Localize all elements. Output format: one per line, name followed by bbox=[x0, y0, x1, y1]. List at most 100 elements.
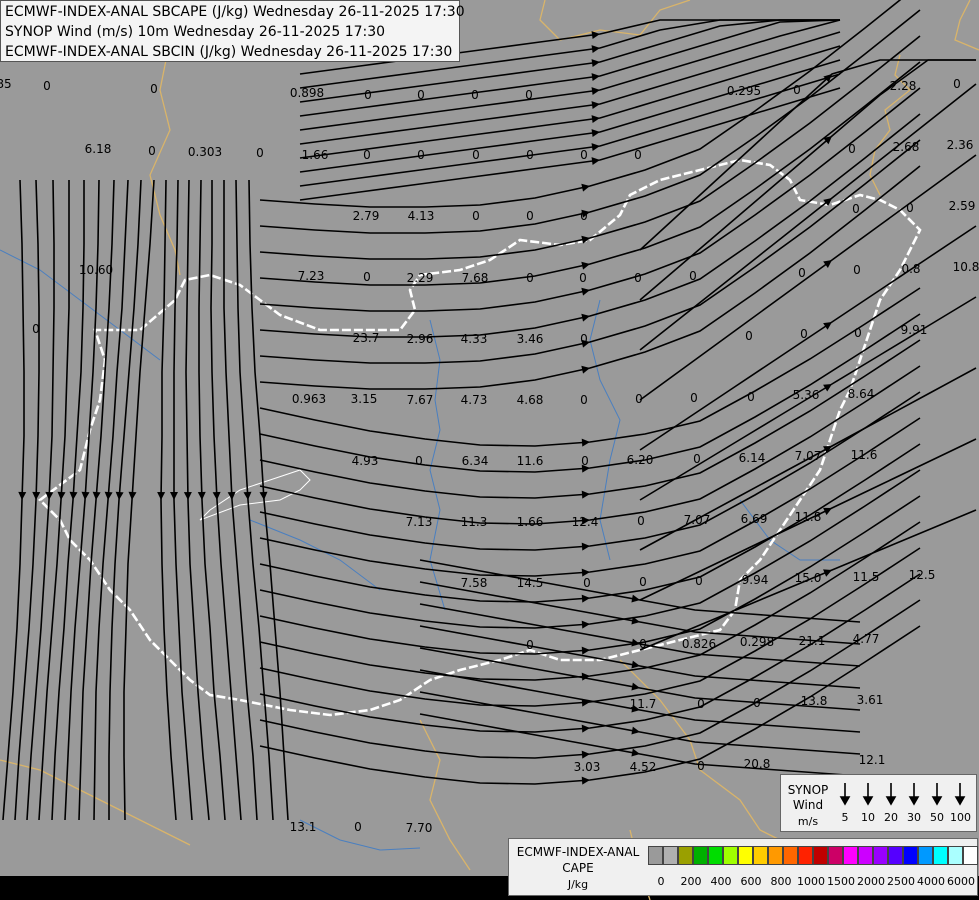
cape-value-label: 9.94 bbox=[742, 573, 769, 587]
cape-value-label: 2.96 bbox=[407, 332, 434, 346]
wind-arrowhead-icon bbox=[839, 796, 851, 806]
wind-legend-value: 100 bbox=[950, 811, 971, 824]
cape-color-swatch bbox=[903, 846, 918, 865]
cape-value-label: 3.03 bbox=[574, 760, 601, 774]
cape-scale-tick: 400 bbox=[710, 875, 732, 888]
cape-value-label: 0 bbox=[854, 326, 862, 340]
cape-legend-subtitle: CAPE bbox=[562, 861, 594, 875]
cape-value-label: 4.33 bbox=[461, 332, 488, 346]
cape-value-label: 0 bbox=[471, 88, 479, 102]
cape-value-label: 0 bbox=[148, 144, 156, 158]
cape-value-label: 0 bbox=[800, 327, 808, 341]
map-title-box: ECMWF-INDEX-ANAL SBCAPE (J/kg) Wednesday… bbox=[0, 0, 465, 62]
cape-value-label: 6.20 bbox=[627, 453, 654, 467]
cape-value-label: 10.60 bbox=[79, 263, 113, 277]
cape-value-label: 0 bbox=[580, 332, 588, 346]
wind-arrowhead-icon bbox=[931, 796, 943, 806]
wind-legend-title: SYNOP bbox=[787, 783, 829, 797]
cape-value-label: 2.79 bbox=[353, 209, 380, 223]
cape-value-label: 7.13 bbox=[406, 515, 433, 529]
cape-value-label: 4.93 bbox=[352, 454, 379, 468]
cape-legend-title: ECMWF-INDEX-ANAL bbox=[516, 845, 640, 859]
cape-value-label: 4.52 bbox=[630, 760, 657, 774]
cape-value-label: 11.8 bbox=[795, 510, 822, 524]
cape-value-label: 0 bbox=[848, 142, 856, 156]
cape-value-label: 13.1 bbox=[290, 820, 317, 834]
cape-value-label: 5.36 bbox=[793, 388, 820, 402]
cape-value-label: 0.303 bbox=[188, 145, 222, 159]
cape-value-label: 0 bbox=[697, 759, 705, 773]
cape-value-label: 6.34 bbox=[462, 454, 489, 468]
cape-value-label: 0 bbox=[693, 452, 701, 466]
cape-value-label: 0 bbox=[579, 271, 587, 285]
cape-color-swatch bbox=[738, 846, 753, 865]
cape-value-label: 0 bbox=[689, 269, 697, 283]
cape-color-swatch bbox=[948, 846, 963, 865]
cape-value-label: 11.6 bbox=[851, 448, 878, 462]
cape-value-label: 13.8 bbox=[801, 694, 828, 708]
map-viewer: 85 0 0 0 0.898 0 0 0 0 0.295 0 2.28 0 6.18 0 0.303 0 1.66… bbox=[0, 0, 979, 900]
cape-value-label: 2.28 bbox=[890, 79, 917, 93]
cape-value-label: 0 bbox=[472, 209, 480, 223]
cape-value-label: 0 bbox=[472, 148, 480, 162]
cape-value-label: 0 bbox=[43, 79, 51, 93]
cape-color-swatch bbox=[963, 846, 978, 865]
cape-value-label: 11.5 bbox=[853, 570, 880, 584]
cape-value-label: 0 bbox=[364, 88, 372, 102]
cape-value-label: 12.4 bbox=[572, 515, 599, 529]
cape-value-label: 7.68 bbox=[462, 271, 489, 285]
cape-value-label: 2.59 bbox=[949, 199, 976, 213]
cape-value-label: 12.1 bbox=[859, 753, 886, 767]
cape-color-swatch bbox=[798, 846, 813, 865]
title-sbcin: ECMWF-INDEX-ANAL SBCIN (J/kg) Wednesday … bbox=[5, 44, 453, 60]
weather-map: 85 0 0 0 0.898 0 0 0 0 0.295 0 2.28 0 6.18 0 0.303 0 1.66… bbox=[0, 0, 979, 900]
cape-scale-tick: 200 bbox=[680, 875, 702, 888]
cape-color-swatch bbox=[768, 846, 783, 865]
cape-value-label: 0.295 bbox=[727, 84, 761, 98]
cape-color-swatch bbox=[933, 846, 948, 865]
cape-color-swatch bbox=[813, 846, 828, 865]
cape-value-label: 2.68 bbox=[893, 140, 920, 154]
cape-value-label: 0 bbox=[363, 148, 371, 162]
cape-value-label: 0 bbox=[354, 820, 362, 834]
cape-scale-tick: 1000 bbox=[797, 875, 825, 888]
cape-color-swatch bbox=[678, 846, 693, 865]
cape-color-swatch bbox=[693, 846, 708, 865]
wind-legend-subtitle: Wind bbox=[792, 798, 824, 812]
cape-value-label: 7.67 bbox=[407, 393, 434, 407]
cape-color-swatch bbox=[888, 846, 903, 865]
cape-value-label: 7.07 bbox=[684, 513, 711, 527]
cape-value-label: 0 bbox=[363, 270, 371, 284]
cape-value-label: 0 bbox=[695, 574, 703, 588]
cape-color-swatch bbox=[753, 846, 768, 865]
cape-value-label: 8.64 bbox=[848, 387, 875, 401]
cape-value-label: 3.46 bbox=[517, 332, 544, 346]
cape-value-label: 23.7 bbox=[353, 331, 380, 345]
wind-legend-unit: m/s bbox=[797, 815, 819, 828]
cape-value-label: 1.66 bbox=[517, 515, 544, 529]
cape-value-label: 0 bbox=[32, 322, 40, 336]
cape-value-label: 12.5 bbox=[909, 568, 936, 582]
cape-value-label: 0 bbox=[637, 514, 645, 528]
wind-legend: SYNOP Wind m/s 5 10 20 30 50 100 bbox=[780, 774, 977, 832]
cape-color-swatch bbox=[708, 846, 723, 865]
cape-value-label: 0.298 bbox=[740, 635, 774, 649]
cape-value-label: 0 bbox=[634, 148, 642, 162]
cape-value-label: 0 bbox=[526, 271, 534, 285]
cape-value-label: 0 bbox=[953, 77, 961, 91]
cape-value-label: 14.5 bbox=[517, 576, 544, 590]
cape-color-swatch bbox=[723, 846, 738, 865]
wind-arrow-icons bbox=[839, 783, 966, 806]
title-sbcape: ECMWF-INDEX-ANAL SBCAPE (J/kg) Wednesday… bbox=[5, 4, 465, 20]
cape-legend-unit: J/kg bbox=[567, 878, 589, 891]
wind-arrowhead-icon bbox=[862, 796, 874, 806]
cape-value-label: 0 bbox=[639, 637, 647, 651]
cape-legend: ECMWF-INDEX-ANAL CAPE J/kg 0 200 400 600 800… bbox=[508, 838, 978, 896]
cape-value-label: 0 bbox=[150, 82, 158, 96]
wind-arrowhead-icon bbox=[908, 796, 920, 806]
cape-scale-tick: 2000 bbox=[857, 875, 885, 888]
cape-value-label: 0 bbox=[635, 392, 643, 406]
cape-color-swatch bbox=[828, 846, 843, 865]
cape-value-label: 7.07 bbox=[795, 449, 822, 463]
cape-value-label: 6.14 bbox=[739, 451, 766, 465]
